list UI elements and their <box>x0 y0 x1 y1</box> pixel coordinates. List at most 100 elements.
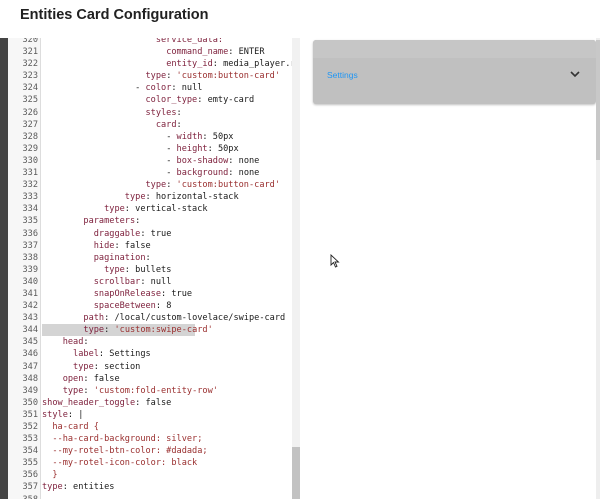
code-text: show_header_toggle: false <box>42 397 171 409</box>
line-number: 338 <box>22 252 38 263</box>
code-token: snapOnRelease <box>93 288 162 299</box>
code-line[interactable]: 337 hide: false <box>8 240 300 252</box>
code-line[interactable]: 321 command_name: ENTER <box>8 46 300 58</box>
line-number: 323 <box>22 71 38 82</box>
code-token: height <box>176 143 208 154</box>
code-token: type <box>145 180 167 191</box>
code-token: : <box>166 180 177 191</box>
code-text: } <box>42 469 57 481</box>
code-line[interactable]: 322 entity_id: media_player.rotel_ <box>8 58 300 70</box>
code-line[interactable]: 344 type: 'custom:swipe-card' <box>8 324 300 337</box>
chevron-down-icon[interactable] <box>568 67 582 81</box>
editor-scrollbar-thumb[interactable] <box>292 447 300 499</box>
code-token: 'custom:swipe-card' <box>114 325 213 336</box>
line-number: 326 <box>22 107 38 118</box>
code-text: path: /local/custom-lovelace/swipe-card <box>42 312 285 324</box>
line-number: 355 <box>22 458 38 469</box>
code-token: : ENTER <box>228 47 265 58</box>
line-number: 334 <box>22 204 38 215</box>
code-text: label: Settings <box>42 348 151 360</box>
code-line[interactable]: 340 scrollbar: null <box>8 276 300 288</box>
code-token: pagination <box>93 252 146 263</box>
code-token: card <box>155 119 177 130</box>
card-preview-area <box>300 38 596 499</box>
editor-scrollbar-track[interactable] <box>292 38 300 499</box>
code-line[interactable]: 358 <box>8 494 300 499</box>
code-line[interactable]: 334 type: vertical-stack <box>8 203 300 215</box>
code-token: : bullets <box>124 264 172 275</box>
code-line[interactable]: 330 - box-shadow: none <box>8 155 300 167</box>
code-text: type: entities <box>42 481 114 493</box>
code-line[interactable]: 348 open: false <box>8 373 300 385</box>
code-line[interactable]: 352 ha-card { <box>8 421 300 433</box>
code-line[interactable]: 327 card: <box>8 119 300 131</box>
preview-scrollbar-thumb[interactable] <box>596 40 600 160</box>
code-token: - <box>166 143 177 154</box>
code-line[interactable]: 326 styles: <box>8 107 300 119</box>
yaml-code-editor[interactable]: 320 service_data: 321 command_name: ENTER… <box>8 38 300 499</box>
code-line[interactable]: 332 type: 'custom:button-card' <box>8 179 300 191</box>
code-line[interactable]: 331 - background: none <box>8 167 300 179</box>
code-text: entity_id: media_player.rotel_ <box>42 58 300 70</box>
code-token: : true <box>140 228 172 239</box>
code-line[interactable]: 354 --my-rotel-btn-color: #dadada; <box>8 445 300 457</box>
code-line[interactable]: 329 - height: 50px <box>8 143 300 155</box>
code-token: : <box>166 71 177 82</box>
line-number: 340 <box>22 276 38 287</box>
code-token: : null <box>171 83 203 94</box>
code-line[interactable]: 320 service_data: <box>8 38 300 46</box>
line-number: 322 <box>22 59 38 70</box>
code-token: : 50px <box>207 143 239 154</box>
code-token: : <box>145 252 151 263</box>
code-line[interactable]: 339 type: bullets <box>8 264 300 276</box>
mouse-cursor-icon <box>330 254 340 268</box>
code-line[interactable]: 333 type: horizontal-stack <box>8 191 300 203</box>
code-line[interactable]: 343 path: /local/custom-lovelace/swipe-c… <box>8 312 300 324</box>
code-line[interactable]: 357 type: entities <box>8 481 300 493</box>
code-text: type: 'custom:fold-entity-row' <box>42 385 218 397</box>
code-line[interactable]: 324 - color: null <box>8 82 300 94</box>
code-text: type: 'custom:button-card' <box>42 179 280 191</box>
line-number: 349 <box>22 385 38 396</box>
code-line[interactable]: 346 label: Settings <box>8 348 300 360</box>
code-token: type <box>104 204 125 215</box>
line-number: 353 <box>22 434 38 445</box>
code-token: color <box>145 83 172 94</box>
code-token: type <box>42 482 63 493</box>
code-line[interactable]: 328 - width: 50px <box>8 131 300 143</box>
line-number: 327 <box>22 119 38 130</box>
code-line[interactable]: 342 spaceBetween: 8 <box>8 300 300 312</box>
code-lines[interactable]: 320 service_data: 321 command_name: ENTER… <box>8 38 300 499</box>
line-number: 335 <box>22 216 38 227</box>
code-line[interactable]: 351 style: | <box>8 409 300 421</box>
code-token: parameters <box>83 216 136 227</box>
code-line[interactable]: 336 draggable: true <box>8 228 300 240</box>
code-text: color_type: emty-card <box>42 94 254 106</box>
code-line[interactable]: 323 type: 'custom:button-card' <box>8 70 300 82</box>
code-line[interactable]: 345 head: <box>8 336 300 348</box>
code-token: : false <box>135 397 172 408</box>
code-line[interactable]: 335 parameters: <box>8 215 300 227</box>
code-line[interactable]: 355 --my-rotel-icon-color: black <box>8 457 300 469</box>
code-line[interactable]: 350 show_header_toggle: false <box>8 397 300 409</box>
code-line[interactable]: 341 snapOnRelease: true <box>8 288 300 300</box>
line-number: 346 <box>22 349 38 360</box>
code-text: parameters: <box>42 215 140 227</box>
code-token: show_header_toggle <box>42 397 136 408</box>
line-number: 332 <box>22 180 38 191</box>
fold-row-label[interactable]: Settings <box>327 70 358 80</box>
code-line[interactable]: 356 } <box>8 469 300 481</box>
code-token: : <box>176 107 182 118</box>
line-number: 341 <box>22 288 38 299</box>
code-line[interactable]: 349 type: 'custom:fold-entity-row' <box>8 385 300 397</box>
code-line[interactable]: 338 pagination: <box>8 252 300 264</box>
line-number: 321 <box>22 47 38 58</box>
line-number: 337 <box>22 240 38 251</box>
line-number: 354 <box>22 446 38 457</box>
code-line[interactable]: 353 --ha-card-background: silver; <box>8 433 300 445</box>
code-line[interactable]: 347 type: section <box>8 361 300 373</box>
code-text: command_name: ENTER <box>42 46 265 58</box>
code-text: open: false <box>42 373 120 385</box>
code-token: style <box>42 409 68 420</box>
code-line[interactable]: 325 color_type: emty-card <box>8 94 300 106</box>
